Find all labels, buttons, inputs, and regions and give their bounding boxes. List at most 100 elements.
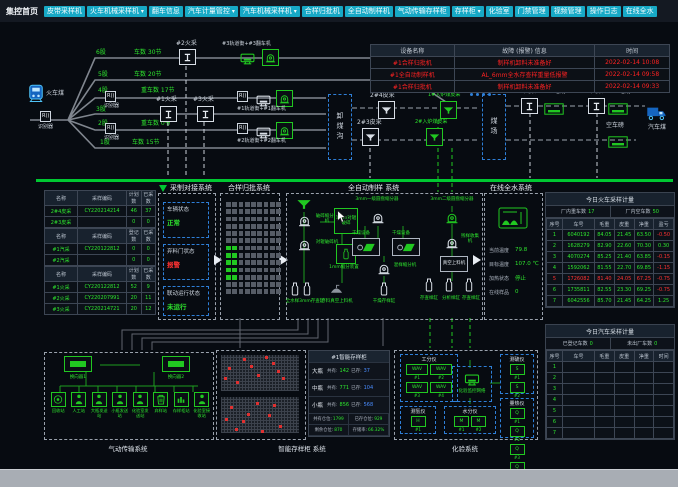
diverter[interactable]: 换向器2 [162,356,190,380]
mixer-divider-icon[interactable] [377,262,391,275]
sample-bottle-icon [424,278,434,292]
table-row[interactable]: 6 [547,417,674,428]
menu-item[interactable]: 合样归批机 [302,6,343,17]
table-row[interactable]: 1604019284.0521.4563.50-0.50 [547,230,674,241]
menu-item[interactable]: 操作日志 [587,6,621,17]
menu-item[interactable]: 门禁管理 [515,6,549,17]
analyzer-unit[interactable]: Q#2 [510,426,525,442]
roller-crusher-icon[interactable] [298,238,311,251]
table-row[interactable]: 3 [547,384,674,395]
car-dumper-icon[interactable] [262,49,279,66]
table-row[interactable]: 5172608281.4024.0567.25-0.75 [547,274,674,285]
table-row[interactable]: #2汽采00 [45,255,156,266]
transfer-station[interactable]: 小瓶发送站 [110,392,131,418]
table-row[interactable]: 2#3皮采00 [45,217,156,228]
train-sampler-icon[interactable] [179,49,196,65]
menu-item[interactable]: 翻车信息 [149,6,183,17]
analyzer-unit[interactable]: WAV#1 [406,364,428,380]
menu-item[interactable]: 气动传输存样柜 [395,6,450,17]
dryer-icon[interactable] [392,238,420,256]
analyzer-unit[interactable]: M#1 [454,416,469,432]
batch-slot [264,275,269,280]
residue-collector-icon[interactable] [445,236,459,249]
analyzer-unit[interactable]: Q#1 [510,408,525,424]
belt-sampler-icon[interactable] [440,101,457,119]
analyzer-unit[interactable]: WAV#3 [406,382,428,398]
table-row[interactable]: 4159206281.5522.7069.85-1.15 [547,263,674,274]
table-row[interactable]: #1火采CY220122812529 [45,282,156,293]
moisture-oven-icon[interactable] [498,206,528,230]
menu-item[interactable]: 皮带采样机 [44,6,85,17]
diverter[interactable]: 换向器1 [64,356,92,380]
disc-divider2-icon[interactable] [445,211,459,224]
belt-sampler-icon[interactable] [362,128,379,146]
truck-icon[interactable] [646,104,668,121]
monitor-icon[interactable] [240,50,255,69]
dryer-icon[interactable] [352,238,380,256]
table-row[interactable]: 3407027485.2521.4063.85-0.15 [547,252,674,263]
table-row[interactable]: 7 [547,428,674,439]
table-row[interactable]: 4 [547,395,674,406]
table-row[interactable]: #1全自动制样机AL_6mm全水存查样重量低报警2022-02-14 09:58 [371,69,670,81]
table-row[interactable]: 7604255685.7021.4564.251.25 [547,296,674,307]
rfid-reader-icon[interactable]: R)) [237,91,248,102]
table-row[interactable]: 2#4皮采CY2202142144637 [45,206,156,217]
train-icon[interactable] [26,84,46,104]
table-row[interactable]: #1汽采CY22012281200 [45,244,156,255]
table-row[interactable]: 2162827982.9022.6070.300.30 [547,241,674,252]
menu-item[interactable]: 在线全水 [623,6,657,17]
belt-sampler-icon[interactable] [378,101,395,119]
menu-item[interactable]: 化验室 [486,6,513,17]
train-sampler-icon[interactable] [197,106,214,122]
rfid-reader-icon[interactable]: R)) [237,123,248,134]
train-sampler-icon[interactable] [160,106,177,122]
analyzer-unit[interactable]: S#2 [510,382,525,398]
taskbar[interactable] [0,469,678,487]
rfid-reader-icon[interactable]: R)) [105,123,116,134]
menu-item[interactable]: 存样柜 [452,6,484,17]
transfer-station[interactable]: 弃样站 [151,392,172,418]
analyzer-unit[interactable]: H#1 [411,416,426,432]
rfid-reader-icon[interactable]: R)) [40,111,51,122]
vacuum-feeder-box[interactable]: 真空上料机 [440,256,468,272]
disc-divider1-icon[interactable] [371,211,385,224]
analyzer-unit[interactable]: WAV#4 [430,382,452,398]
menu-item[interactable]: 全自动制样机 [345,6,393,17]
weighbridge-icon[interactable] [608,100,628,119]
table-row[interactable]: #1合样归批机制样机卸料未准备好2022-02-14 09:33 [371,81,670,93]
menu-item[interactable]: 汽车计量管控 [185,6,238,17]
empty-scale-icon[interactable] [608,133,628,152]
table-cell: 7 [547,296,563,307]
transfer-station[interactable]: 大瓶发送站 [89,392,110,418]
car-dumper-icon[interactable] [276,90,293,107]
analyzer-unit[interactable]: WAV#2 [430,364,452,380]
transfer-station[interactable]: 化验室接收站 [192,392,213,418]
rfid-reader-icon[interactable]: R)) [105,91,116,102]
weighbridge-icon[interactable] [544,100,564,119]
transfer-station[interactable]: 回收站 [48,392,69,418]
table-row[interactable]: 5 [547,406,674,417]
pneumatic-stations: 回收站 人工站 大瓶发送站 小瓶发送站 化验室发送站 [48,392,212,418]
menu-item[interactable]: 视频管理 [551,6,585,17]
transfer-station[interactable]: 化验室发送站 [130,392,151,418]
car-dumper-icon[interactable] [276,122,293,139]
table-row[interactable]: 2 [547,373,674,384]
menu-item[interactable]: 汽车机械采样机 [240,6,300,17]
analyzer-unit[interactable]: M#2 [471,416,486,432]
menu-home[interactable]: 集控首页 [6,6,38,17]
table-row[interactable]: #2火采CY2202079912011 [45,293,156,304]
transfer-station[interactable]: 人工站 [69,392,90,418]
transfer-station[interactable]: 存样柜站 [171,392,192,418]
alarm-pager-dots[interactable] [470,93,491,96]
table-row[interactable]: #3火采CY2202147212012 [45,304,156,315]
table-row[interactable]: 1 [547,362,674,373]
truck-sampler-icon[interactable] [588,98,605,114]
table-row[interactable]: 6173581182.5523.3069.25-0.75 [547,285,674,296]
table-row[interactable]: #1合样归批机制样机卸料未准备好2022-02-14 10:08 [371,57,670,69]
truck-sampler-icon[interactable] [521,98,538,114]
table-cell [634,395,654,406]
belt-sampler-icon[interactable] [426,128,443,146]
crusher-icon[interactable] [298,214,311,227]
analyzer-unit[interactable]: S#1 [510,364,525,380]
menu-item[interactable]: 火车机械采样机 [87,6,147,17]
